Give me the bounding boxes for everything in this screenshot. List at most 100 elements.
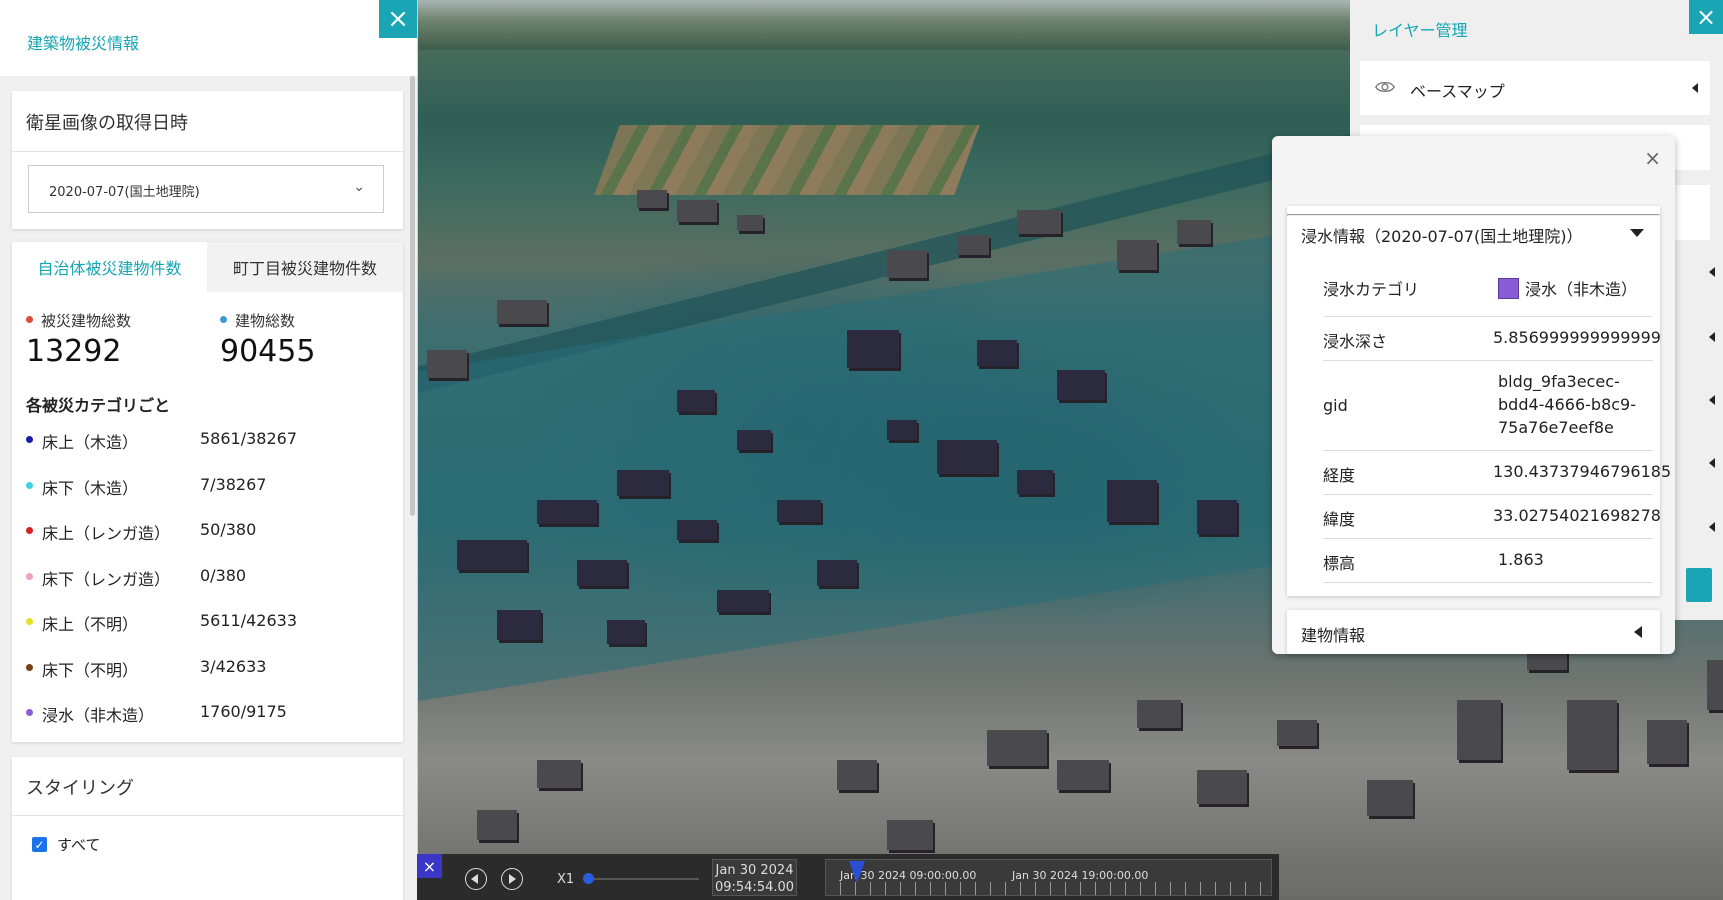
map-building[interactable]	[677, 390, 715, 412]
map-building[interactable]	[1057, 760, 1109, 790]
map-building[interactable]	[1177, 220, 1211, 244]
map-building[interactable]	[1107, 480, 1157, 522]
collapse-arrow-icon[interactable]	[1630, 229, 1644, 237]
category-heading: 各被災カテゴリごと	[26, 396, 171, 415]
speed-slider[interactable]	[589, 878, 699, 880]
map-building[interactable]	[1367, 780, 1413, 816]
map-building[interactable]	[1567, 700, 1617, 770]
damage-stats-card: 自治体被災建物件数 町丁目被災建物件数 被災建物総数 13292 建物総数 90…	[12, 242, 403, 742]
map-building[interactable]	[677, 200, 717, 222]
row-key: 浸水深さ	[1323, 332, 1388, 351]
map-building[interactable]	[887, 250, 927, 278]
map-building[interactable]	[777, 500, 821, 522]
map-building[interactable]	[427, 350, 467, 378]
damaged-total-label: 被災建物総数	[26, 310, 131, 331]
map-building[interactable]	[497, 610, 541, 640]
layer-action-button[interactable]	[1686, 568, 1712, 602]
close-popup-icon[interactable]: ×	[1644, 146, 1661, 170]
map-building[interactable]	[847, 330, 899, 368]
map-building[interactable]	[537, 760, 581, 788]
category-value: 浸水（非木造）	[1525, 280, 1638, 299]
map-building[interactable]	[497, 300, 547, 324]
expand-arrow-icon[interactable]	[1709, 267, 1715, 277]
divider	[1287, 214, 1660, 216]
row-value: 5.856999999999999	[1493, 328, 1661, 347]
basemap-label: ベースマップ	[1410, 82, 1505, 101]
panel-header: 建築物被災情報 ×	[0, 0, 417, 76]
map-building[interactable]	[577, 560, 627, 586]
layer-item-basemap[interactable]: ベースマップ	[1360, 61, 1710, 115]
map-building[interactable]	[607, 620, 645, 644]
category-dot-icon	[26, 436, 33, 443]
map-building[interactable]	[1197, 500, 1237, 534]
map-building[interactable]	[1137, 700, 1181, 728]
select-all-checkbox[interactable]: ✓ すべて	[32, 834, 100, 855]
category-row: 床上（レンガ造） 50/380	[26, 520, 386, 543]
building-info-title: 建物情報	[1301, 626, 1366, 645]
building-info-section[interactable]: 建物情報	[1287, 610, 1660, 654]
map-building[interactable]	[637, 190, 667, 208]
gid-line: 75a76e7eef8e	[1498, 418, 1614, 437]
map-building[interactable]	[937, 440, 997, 474]
map-building[interactable]	[1707, 660, 1723, 710]
current-date: Jan 30 2024	[715, 863, 794, 878]
panel-scrollbar[interactable]	[410, 76, 415, 516]
row-key: 緯度	[1323, 510, 1356, 529]
map-building[interactable]	[1057, 370, 1105, 400]
map-building[interactable]	[957, 235, 989, 255]
map-building[interactable]	[477, 810, 517, 840]
map-building[interactable]	[677, 520, 717, 540]
building-total-text: 建物総数	[235, 312, 296, 330]
map-building[interactable]	[987, 730, 1047, 766]
speed-slider-handle[interactable]	[583, 873, 594, 884]
play-reverse-button[interactable]	[465, 868, 487, 890]
map-building[interactable]	[737, 215, 763, 231]
row-key: gid	[1323, 396, 1348, 415]
expand-arrow-icon[interactable]	[1692, 83, 1698, 93]
map-building[interactable]	[617, 470, 669, 496]
satellite-date-select[interactable]: 2020-07-07(国土地理院) ⌄	[28, 165, 384, 213]
close-timeline-button[interactable]: ×	[417, 854, 442, 878]
expand-arrow-icon[interactable]	[1709, 458, 1715, 468]
checkbox-checked-icon: ✓	[32, 837, 47, 852]
map-building[interactable]	[457, 540, 527, 570]
play-forward-button[interactable]	[501, 868, 523, 890]
map-building[interactable]	[977, 340, 1017, 366]
disaster-info-panel: 建築物被災情報 × 衛星画像の取得日時 2020-07-07(国土地理院) ⌄ …	[0, 0, 418, 900]
map-building[interactable]	[1117, 240, 1157, 270]
expand-arrow-icon[interactable]	[1634, 626, 1642, 638]
row-value: bldg_9fa3ecec- bdd4-4666-b8c9- 75a76e7ee…	[1498, 370, 1636, 439]
map-building[interactable]	[837, 760, 877, 790]
timeline-bar: × X1 Jan 30 2024 09:54:54.00 Jan 30 2024…	[417, 854, 1279, 900]
tab-town-count[interactable]: 町丁目被災建物件数	[207, 242, 403, 292]
map-building[interactable]	[537, 500, 597, 524]
map-building[interactable]	[1197, 770, 1247, 804]
map-building[interactable]	[1647, 720, 1687, 764]
current-time: 09:54:54.00	[714, 880, 795, 895]
close-panel-button[interactable]: ×	[379, 0, 417, 38]
close-layer-panel-button[interactable]: ×	[1689, 0, 1723, 34]
expand-arrow-icon[interactable]	[1709, 395, 1715, 405]
row-value: 130.43737946796185	[1493, 462, 1672, 481]
category-dot-icon	[26, 481, 33, 489]
map-building[interactable]	[1017, 210, 1061, 234]
category-count: 1760/9175	[200, 702, 287, 721]
map-building[interactable]	[717, 590, 769, 612]
category-count: 0/380	[200, 565, 247, 585]
map-building[interactable]	[817, 560, 857, 586]
category-name: 床上（レンガ造）	[42, 524, 171, 543]
timeline-marker[interactable]	[849, 861, 865, 883]
expand-arrow-icon[interactable]	[1709, 522, 1715, 532]
map-building[interactable]	[1277, 720, 1317, 746]
map-building[interactable]	[887, 820, 933, 850]
feature-info-popup: × 浸水情報（2020-07-07(国土地理院)） 浸水カテゴリ 浸水（非木造）…	[1272, 136, 1675, 654]
timeline-track[interactable]: Jan 30 2024 09:00:00.00 Jan 30 2024 19:0…	[825, 859, 1272, 896]
expand-arrow-icon[interactable]	[1709, 332, 1715, 342]
current-time-display: Jan 30 2024 09:54:54.00	[712, 859, 797, 896]
eye-icon[interactable]	[1375, 77, 1395, 97]
map-building[interactable]	[1457, 700, 1501, 760]
map-building[interactable]	[737, 430, 771, 450]
map-building[interactable]	[1017, 470, 1053, 494]
map-building[interactable]	[887, 420, 917, 440]
tab-municipal-count[interactable]: 自治体被災建物件数	[12, 242, 207, 292]
